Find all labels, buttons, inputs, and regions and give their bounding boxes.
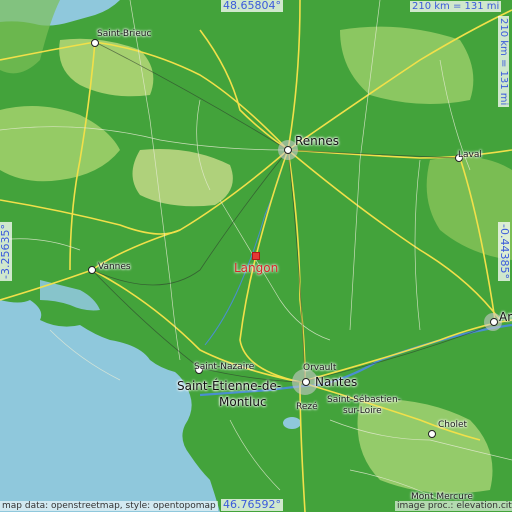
- city-label-rennes: Rennes: [295, 134, 340, 148]
- city-label-orvault: Orvault: [303, 363, 337, 373]
- saint-brieuc-dot: [91, 39, 99, 47]
- city-label-reze: Rezé: [296, 402, 318, 412]
- city-label-saint-sebastien-line2: sur-Loire: [343, 406, 382, 416]
- rennes-dot: [284, 146, 292, 154]
- city-label-angers: An: [499, 310, 512, 324]
- city-label-vannes: Vannes: [98, 262, 131, 272]
- city-label-saint-sebastien-line1: Saint-Sébastien-: [327, 395, 401, 405]
- city-label-laval: Laval: [458, 150, 482, 160]
- coord-left: -3.25635°: [0, 222, 12, 281]
- vannes-dot: [88, 266, 96, 274]
- city-label-saint-etienne-line1: Saint-Étienne-de-: [177, 379, 282, 393]
- scale-horizontal: 210 km = 131 mi: [410, 1, 502, 12]
- coord-bottom: 46.76592°: [221, 498, 283, 511]
- map-view[interactable]: Langon Saint-Brieuc Rennes Laval Vannes …: [0, 0, 512, 512]
- credit-map-data: map data: openstreetmap, style: opentopo…: [0, 501, 218, 511]
- location-marker-icon[interactable]: [252, 252, 260, 260]
- scale-vertical: 210 km = 131 mi: [498, 16, 509, 108]
- coord-right: -0.44385°: [498, 222, 511, 281]
- city-label-saint-etienne-line2: Montluc: [219, 395, 267, 409]
- angers-dot: [490, 318, 498, 326]
- city-label-saint-brieuc: Saint-Brieuc: [97, 29, 152, 39]
- city-label-cholet: Cholet: [438, 420, 468, 430]
- cholet-dot: [428, 430, 436, 438]
- city-label-nantes: Nantes: [315, 375, 358, 389]
- marker-label: Langon: [234, 261, 279, 275]
- coord-top: 48.65804°: [221, 0, 283, 12]
- nantes-dot: [302, 378, 310, 386]
- city-label-saint-nazaire: Saint-Nazaire: [194, 362, 255, 372]
- credit-image-proc: image proc.: elevation.city: [395, 501, 512, 511]
